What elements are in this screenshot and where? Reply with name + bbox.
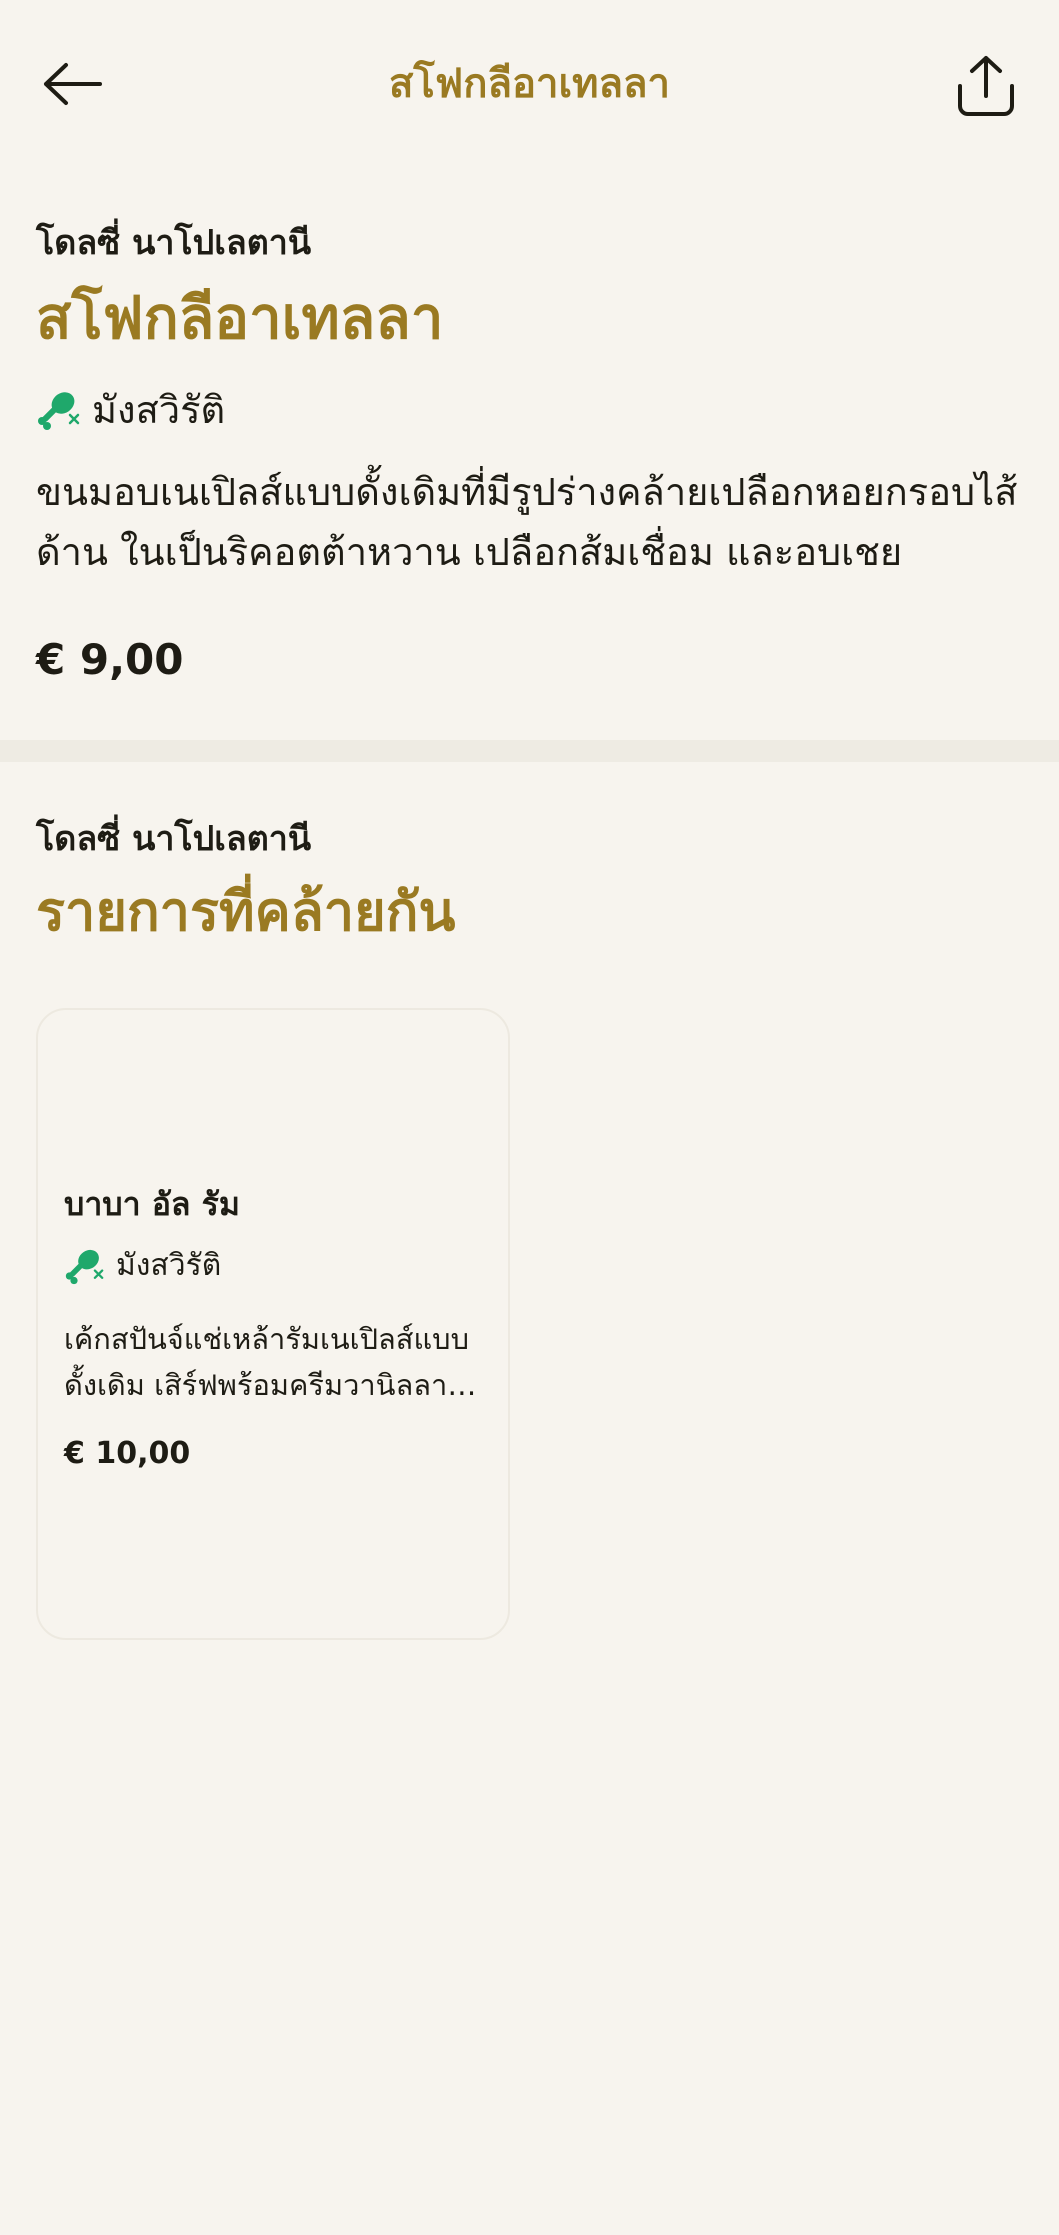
dietary-tag-label: มังสวิรัติ [92,388,226,432]
similar-item-title: บาบา อัล รัม [64,1185,240,1223]
page-title: สโฟกลีอาเทลลา [389,61,670,107]
dietary-tag: มังสวิรัติ [36,382,225,438]
similar-item-tag-label: มังสวิรัติ [116,1248,222,1283]
section-divider [0,740,1059,762]
similar-restaurant-name: โดลซี่ นาโปเลตานี [36,819,312,859]
similar-item-price: € 10,00 [64,1436,191,1471]
product-description: ขนมอบเนเปิลส์แบบดั้งเดิมที่มีรูปร่างคล้า… [36,470,1018,574]
vegetarian-drumstick-icon [38,392,80,430]
arrow-left-icon [44,63,102,105]
share-icon [958,56,1014,116]
product-price: € 9,00 [36,635,184,684]
share-button[interactable] [946,48,1026,124]
back-button[interactable] [36,52,108,116]
product-detail: โดลซี่ นาโปเลตานี สโฟกลีอาเทลลา มังสวิรั… [0,166,1059,740]
vegetarian-drumstick-icon [65,1249,104,1285]
product-title: สโฟกลีอาเทลลา [36,284,444,352]
similar-item-dietary-tag: มังสวิรัติ [64,1244,221,1288]
similar-heading: รายการที่คล้ายกัน [36,880,456,943]
top-bar: สโฟกลีอาเทลลา [0,0,1059,166]
similar-item-description: เค้กสปันจ์แช่เหล้ารัมเนเปิลส์แบบดั้งเดิม… [64,1322,469,1402]
restaurant-name: โดลซี่ นาโปเลตานี [36,223,312,263]
similar-item-card[interactable]: บาบา อัล รัม มังสวิรัติ เค้กสปันจ์แช่เหล… [36,1008,510,1640]
